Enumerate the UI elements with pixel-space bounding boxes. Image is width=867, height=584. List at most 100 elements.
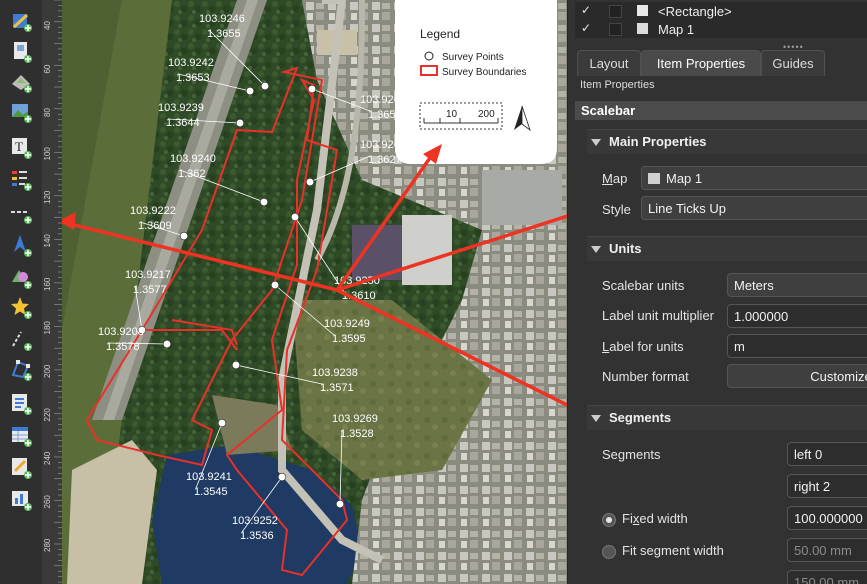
survey-label-lat: 1.3655 bbox=[207, 28, 241, 40]
fixed-width-input[interactable]: 100.000000 bbox=[787, 506, 867, 530]
lock-checkbox[interactable] bbox=[609, 23, 622, 36]
label-for-units-input[interactable]: m bbox=[727, 334, 867, 358]
add-marker-icon[interactable] bbox=[8, 294, 34, 320]
ruler-tick-label: 40 bbox=[43, 21, 52, 30]
ruler-tick-label: 180 bbox=[43, 321, 52, 335]
add-legend-icon[interactable] bbox=[8, 166, 34, 192]
survey-point bbox=[277, 472, 287, 482]
label-unit-multiplier-label: Label unit multiplier bbox=[602, 308, 715, 323]
tab-layout[interactable]: Layout bbox=[577, 50, 641, 76]
group-main-properties[interactable]: Main Properties bbox=[587, 129, 867, 154]
survey-point bbox=[307, 84, 317, 94]
svg-text:T: T bbox=[15, 139, 23, 154]
customize-number-format-button[interactable]: Customize bbox=[727, 364, 867, 388]
map-select[interactable]: Map 1 bbox=[641, 166, 867, 190]
ruler-tick-label: 280 bbox=[43, 538, 52, 552]
lock-checkbox[interactable] bbox=[609, 5, 622, 18]
survey-point bbox=[260, 81, 270, 91]
item-row-map[interactable]: ✓ Map 1 bbox=[575, 20, 867, 38]
label-unit-multiplier-input[interactable]: 1.000000 bbox=[727, 304, 867, 328]
group-units[interactable]: Units bbox=[587, 236, 867, 261]
survey-label-lon: 103.926 bbox=[360, 94, 400, 106]
survey-point-swatch bbox=[424, 51, 434, 61]
visibility-checkbox[interactable]: ✓ bbox=[581, 3, 595, 17]
fixed-width-radio[interactable] bbox=[602, 513, 616, 527]
add-map-icon[interactable] bbox=[8, 8, 34, 34]
add-attribute-table-icon[interactable] bbox=[8, 454, 34, 480]
edit-nodes-icon[interactable] bbox=[8, 356, 34, 382]
fixed-width-label: Fixed width bbox=[622, 511, 688, 526]
survey-label-lat: 1.3545 bbox=[194, 486, 228, 498]
item-label: <Rectangle> bbox=[658, 4, 732, 19]
fit-segment-width-radio[interactable] bbox=[602, 545, 616, 559]
survey-label-lon: 103.9252 bbox=[232, 515, 278, 527]
label-for-units-label: Label for units bbox=[602, 339, 684, 354]
survey-label-lon: 103.9249 bbox=[324, 318, 370, 330]
survey-label-lon: 103.9242 bbox=[168, 57, 214, 69]
visibility-checkbox[interactable]: ✓ bbox=[581, 21, 595, 35]
tab-item-properties[interactable]: Item Properties bbox=[641, 50, 761, 76]
group-title: Segments bbox=[609, 410, 672, 425]
item-properties-panel: ✓ <Rectangle> ✓ Map 1 ••••• Layout Item … bbox=[575, 0, 867, 584]
survey-point bbox=[162, 339, 172, 349]
add-node-item-icon[interactable] bbox=[8, 326, 34, 352]
ruler-tick-label: 240 bbox=[43, 451, 52, 465]
survey-label-lon: 103.9222 bbox=[130, 205, 176, 217]
segments-right-spinbox[interactable]: right 2 bbox=[787, 474, 867, 498]
survey-point bbox=[270, 280, 280, 290]
style-select[interactable]: Line Ticks Up bbox=[641, 196, 867, 220]
survey-point bbox=[179, 231, 189, 241]
survey-point bbox=[217, 418, 227, 428]
panel-subtitle: Item Properties bbox=[580, 79, 655, 91]
survey-label-lon: 103.9241 bbox=[186, 471, 232, 483]
map-canvas[interactable]: 103.9246 1.3655 103.9242 1.3653 103.9239 1.36… bbox=[62, 0, 567, 584]
survey-label-lat: 1.362 bbox=[178, 168, 206, 180]
add-3d-chart-icon[interactable] bbox=[8, 486, 34, 512]
survey-label-lat: 1.3653 bbox=[176, 72, 210, 84]
parking-lot bbox=[482, 170, 562, 225]
ruler-tick-label: 220 bbox=[43, 408, 52, 422]
ruler-tick-label: 100 bbox=[43, 147, 52, 161]
survey-point bbox=[290, 212, 300, 222]
scalebar-label-200: 200 bbox=[478, 109, 495, 120]
add-3d-map-icon[interactable] bbox=[8, 68, 34, 94]
legend-title: Legend bbox=[420, 27, 460, 41]
survey-label-lat: 1.3595 bbox=[332, 333, 366, 345]
collapse-icon bbox=[591, 414, 601, 422]
survey-label-lon: 103.926 bbox=[360, 139, 400, 151]
ruler-tick-label: 80 bbox=[43, 108, 52, 117]
survey-point bbox=[335, 499, 345, 509]
scalebar-units-select[interactable]: Meters bbox=[727, 273, 867, 297]
panel-tabs: Layout Item Properties Guides bbox=[575, 50, 867, 76]
add-html-icon[interactable] bbox=[8, 390, 34, 416]
survey-point bbox=[245, 86, 255, 96]
add-table-icon[interactable] bbox=[8, 422, 34, 448]
survey-label-lat: 1.3578 bbox=[106, 341, 140, 353]
layout-toolbar: T bbox=[0, 0, 43, 584]
number-format-label: Number format bbox=[602, 369, 689, 384]
legend-item-survey-points: Survey Points bbox=[442, 52, 504, 63]
add-picture-icon[interactable] bbox=[8, 38, 34, 64]
vertical-ruler: 40 60 80 100 120 140 160 180 200 220 240 260 280 bbox=[42, 0, 62, 584]
add-scalebar-icon[interactable] bbox=[8, 200, 34, 226]
legend-item-survey-boundaries: Survey Boundaries bbox=[442, 67, 527, 78]
survey-point bbox=[231, 360, 241, 370]
add-north-arrow-icon[interactable] bbox=[8, 232, 34, 258]
ruler-tick-label: 60 bbox=[43, 64, 52, 73]
survey-point bbox=[235, 118, 245, 128]
scalebar-units-label: Scalebar units bbox=[602, 278, 685, 293]
segments-label: Segments bbox=[602, 447, 661, 462]
survey-point bbox=[259, 197, 269, 207]
add-shape-icon[interactable] bbox=[8, 264, 34, 290]
fit-min-width-input[interactable]: 50.00 mm bbox=[787, 538, 867, 562]
segments-left-spinbox[interactable]: left 0 bbox=[787, 442, 867, 466]
legend-panel: Legend Survey Points Survey Boundaries 1… bbox=[395, 0, 557, 164]
style-label: Style bbox=[602, 202, 631, 217]
group-segments[interactable]: Segments bbox=[587, 405, 867, 430]
tab-guides[interactable]: Guides bbox=[761, 50, 825, 76]
add-label-icon[interactable]: T bbox=[8, 134, 34, 160]
item-row-rectangle[interactable]: ✓ <Rectangle> bbox=[575, 2, 867, 20]
fit-max-width-input[interactable]: 150.00 mm bbox=[787, 570, 867, 584]
scalebar-label-10: 10 bbox=[446, 109, 458, 120]
add-image-icon[interactable] bbox=[8, 98, 34, 124]
